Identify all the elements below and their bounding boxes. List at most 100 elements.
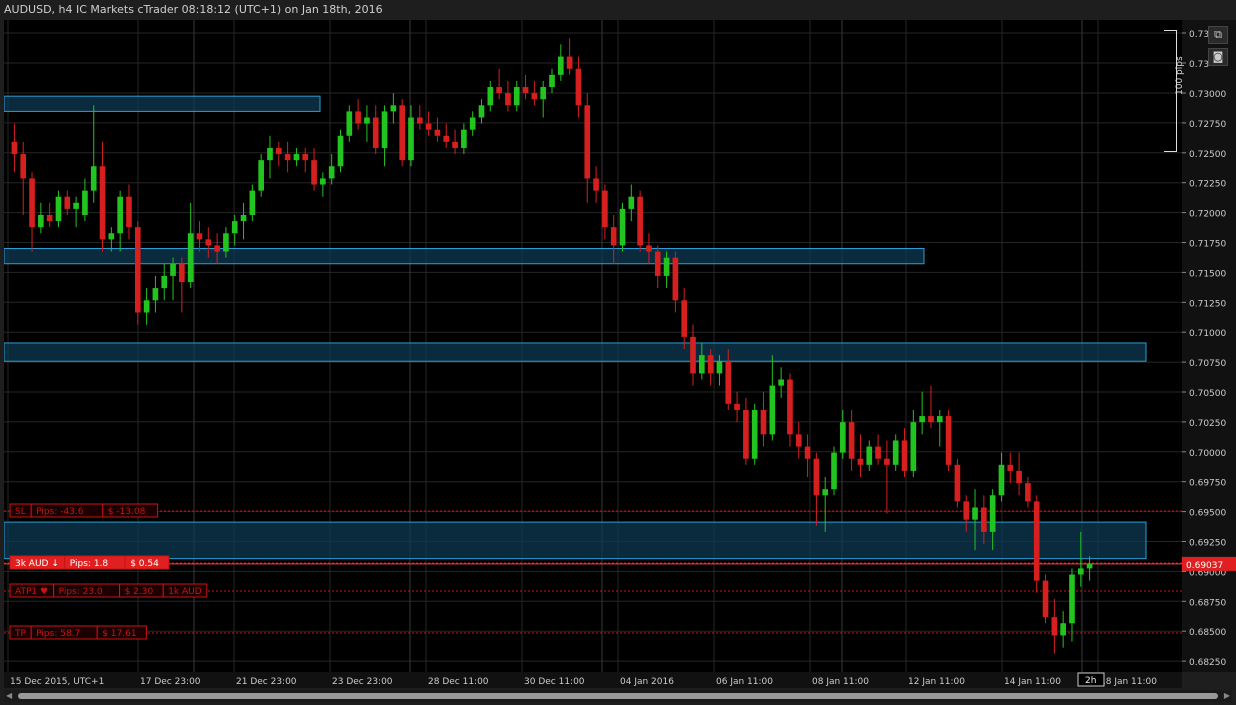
candle-body [884,458,890,465]
candle-body [11,141,18,155]
candle-body [610,227,617,246]
scroll-right-icon[interactable]: ▶ [1222,691,1230,701]
candle-body [196,233,203,240]
time-axis-ticks: 15 Dec 2015, UTC+1 17 Dec 23:00 21 Dec 23:… [10,672,1157,687]
time-tick-label: 18 Jan 11:00 [1100,677,1157,687]
price-tick-label: 0.71750 [1189,240,1226,250]
candle-body [443,135,450,142]
price-tick-label: 0.73000 [1189,90,1226,100]
candle-body [302,154,309,161]
candle-body [187,233,194,283]
candle-body [637,196,643,246]
price-axis-ticks: 0.73 0.73 0.73000 0.72750 0.72500 0.72250 0.72… [1182,30,1236,668]
candle-body [795,434,802,447]
price-tick-label: 0.72250 [1189,180,1226,190]
price-tick-label: 0.73 [1189,60,1209,70]
candle-body [513,87,520,106]
candle-body [663,257,670,276]
candle-body [214,245,220,252]
chart-title: AUDUSD, h4 IC Markets cTrader 08:18:12 (… [4,3,383,16]
candle-body [117,196,123,234]
candle-body [205,239,212,246]
candle-body [320,178,326,185]
plot-area[interactable]: SL Pips: -43.6 $ -13.08 3k AUD ↓ Pips: 1.8 $ … [3,20,1182,672]
candle-body [134,227,141,313]
candle-body [1042,580,1049,618]
order-label: ATP1 ♥ Pips: 23.0 $ 2.30 1k AUD [9,583,208,598]
candle-body [1016,470,1022,484]
candle-body [769,385,776,435]
order-label-text: 3k AUD ↓ [15,559,59,569]
time-axis[interactable]: 15 Dec 2015, UTC+1 17 Dec 23:00 21 Dec 23:… [4,672,1182,688]
candle-body [787,379,793,435]
candle-body [311,160,317,185]
candle-body [928,416,934,423]
candle-body [487,87,494,106]
zone-rect [3,248,925,265]
candle-body [82,190,88,215]
order-label-text: 1k AUD [168,587,202,597]
candle-body [734,403,740,410]
price-axis[interactable]: 0.73 0.73 0.73000 0.72750 0.72500 0.72250 0.72… [1182,20,1236,672]
candle-body [143,300,150,313]
candle-body [584,105,591,179]
candle-body [1077,568,1084,575]
candle-body [408,117,414,161]
candle-body [258,160,264,191]
candle-body [654,251,661,276]
candle-body [972,507,978,520]
scroll-left-icon[interactable]: ◀ [6,691,14,701]
pop-out-icon[interactable]: ⧉ [1208,26,1228,44]
price-tick-label: 0.71500 [1189,269,1226,279]
candle-body [505,93,511,106]
price-tick-label: 0.69500 [1189,509,1226,519]
order-label-text: Pips: 23.0 [59,587,103,597]
candle-body [531,93,538,100]
candle-body [848,422,855,459]
zone-rect [3,95,321,112]
candle-body [1060,623,1066,636]
pips-scale-label: 100 pips [1175,56,1185,95]
candle-body [90,166,97,191]
price-tick-label: 0.71000 [1189,329,1226,339]
candle-body [822,489,829,496]
candle-body [434,129,441,136]
candle-body [716,361,723,374]
candle-body [284,154,291,161]
candle-body [29,178,35,228]
candle-body [240,214,247,222]
candle-body [557,56,564,75]
time-tick-label: 15 Dec 2015, UTC+1 [10,677,104,687]
price-tick-label: 0.70500 [1189,389,1226,399]
candle-body [804,446,811,459]
candle-body [840,422,846,453]
candle-body [892,440,899,465]
order-label-text: $ -13.08 [108,507,146,517]
candle-body [690,336,696,374]
candlestick-chart[interactable]: SL Pips: -43.6 $ -13.08 3k AUD ↓ Pips: 1.8 $ … [3,20,1182,672]
candle-body [461,129,467,148]
candle-body [522,87,529,94]
candle-body [1033,501,1040,581]
candle-body [813,458,820,496]
order-label-text: Pips: 58.7 [36,629,80,639]
candle-body [231,221,238,234]
candle-body [707,355,714,374]
price-tick-label: 0.72500 [1189,150,1226,160]
candle-body [778,379,784,386]
candle-body [963,501,970,520]
time-tick-label: 21 Dec 23:00 [236,677,297,687]
candle-body [38,214,44,228]
order-label-text: ATP1 ♥ [15,587,48,597]
candle-body [866,446,873,465]
camera-icon[interactable]: ◙ [1208,48,1228,66]
candle-body [478,105,485,118]
horizontal-scrollbar[interactable]: ◀ ▶ [4,690,1232,702]
scroll-thumb[interactable] [18,693,1218,699]
price-tick-label: 0.70250 [1189,419,1226,429]
price-tick-label: 0.68250 [1189,658,1226,668]
candle-body [337,135,344,167]
order-label: TP Pips: 58.7 $ 17.61 [9,625,147,640]
candle-body [55,196,62,222]
candle-body [275,147,282,155]
